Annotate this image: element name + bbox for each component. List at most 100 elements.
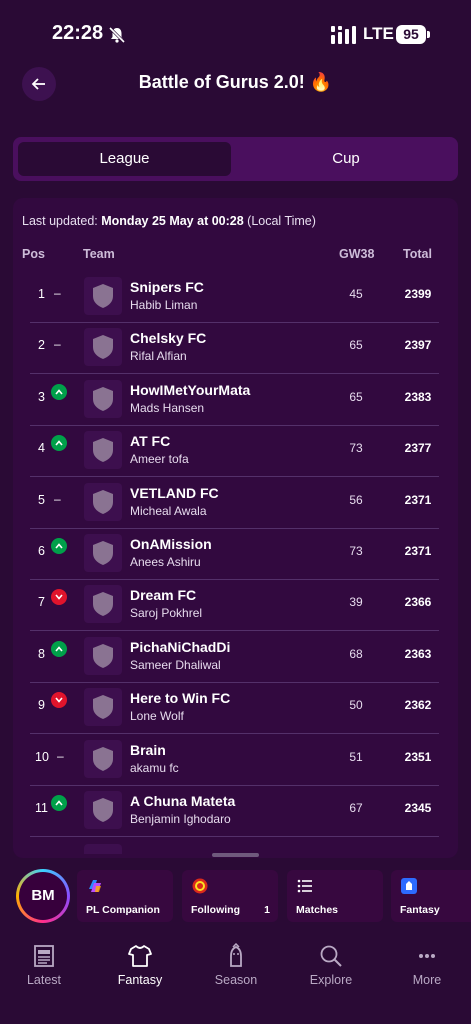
table-row[interactable]: 9 Here to Win FC Lone Wolf 50 2362 [30, 682, 439, 735]
table-row[interactable]: 1– Snipers FC Habib Liman 45 2399 [30, 271, 439, 323]
battery-indicator: 95 [396, 25, 426, 44]
manager-name: Habib Liman [130, 298, 198, 312]
table-row[interactable]: 11 A Chuna Mateta Benjamin Ighodaro 67 2345 [30, 785, 439, 837]
shortcut-label: Matches [296, 904, 339, 916]
nav-fantasy[interactable]: Fantasy [100, 943, 180, 987]
table-row[interactable]: 6 OnAMission Anees Ashiru 73 2371 [30, 528, 439, 580]
rank-same-icon: – [54, 337, 61, 352]
total-points: 2383 [404, 389, 432, 404]
table-row[interactable]: 7 Dream FC Saroj Pokhrel 39 2366 [30, 579, 439, 632]
manager-name: Mads Hansen [130, 400, 205, 415]
gameweek-points: 73 [349, 544, 363, 558]
team-crest-icon [93, 386, 113, 411]
team-crest [84, 739, 122, 778]
table-row[interactable]: 10– Brain akamu fc 51 2351 [30, 734, 439, 786]
team-crest-icon [93, 489, 113, 514]
column-team: Team [83, 247, 115, 261]
team-crest [84, 431, 122, 470]
team-crest [84, 379, 122, 418]
team-crest-icon [93, 284, 113, 308]
team-crest-icon [93, 695, 113, 720]
team-crest [84, 482, 122, 521]
team-name[interactable]: OnAMission [130, 536, 212, 552]
shortcut-following[interactable]: Following 1 [182, 870, 278, 922]
table-row[interactable]: 8 PichaNiChadDi Sameer Dhaliwal 68 2363 [30, 631, 439, 683]
team-name[interactable]: A Chuna Mateta [130, 793, 235, 809]
last-updated: Last updated: Monday 25 May at 00:28 (Lo… [22, 214, 316, 228]
table-row[interactable]: 4 AT FC Ameer tofa 73 2377 [30, 425, 439, 478]
list-icon [297, 879, 312, 893]
last-updated-date: Monday 25 May at 00:28 [101, 214, 244, 228]
bell-muted-icon [108, 26, 126, 44]
manager-name: Rifal Alfian [130, 349, 187, 364]
gameweek-points: 56 [349, 492, 363, 507]
avatar[interactable]: BM [19, 872, 67, 920]
team-crest-icon [93, 541, 113, 565]
team-name[interactable]: VETLAND FC [130, 485, 219, 501]
total-points: 2351 [404, 749, 432, 764]
manager-name: Benjamin Ighodaro [130, 812, 231, 826]
team-crest [84, 277, 122, 315]
shortcut-label: Fantasy [400, 904, 440, 916]
table-row[interactable]: 5– VETLAND FC Micheal Awala 56 2371 [30, 477, 439, 529]
shortcut-matches[interactable]: Matches [287, 870, 383, 922]
team-crest [84, 791, 122, 829]
total-points: 2371 [404, 544, 432, 558]
gameweek-points: 73 [349, 441, 363, 456]
shirt-icon [128, 945, 152, 967]
manager-name: akamu fc [130, 760, 179, 775]
team-crest-icon [93, 592, 113, 617]
team-name[interactable]: Chelsky FC [130, 330, 206, 346]
nav-latest[interactable]: Latest [4, 943, 84, 987]
team-name[interactable]: HowIMetYourMata [130, 382, 250, 398]
team-name[interactable]: Brain [130, 742, 166, 758]
table-row[interactable]: 2– Chelsky FC Rifal Alfian 65 2397 [30, 322, 439, 375]
total-points: 2371 [404, 492, 432, 507]
team-crest [84, 328, 122, 367]
rank-down-icon [51, 589, 67, 606]
manager-name: Micheal Awala [130, 503, 207, 518]
nav-label: Fantasy [117, 973, 163, 987]
gameweek-points: 65 [349, 338, 363, 353]
rank-down-icon [51, 692, 67, 709]
manager-name: Saroj Pokhrel [130, 606, 203, 621]
table-row[interactable]: 3 HowIMetYourMata Mads Hansen 65 2383 [30, 374, 439, 426]
shortcut-fantasy[interactable]: Fantasy [391, 870, 471, 922]
gameweek-points: 68 [349, 646, 363, 661]
team-name[interactable]: Snipers FC [130, 279, 204, 295]
row-position: 2 [38, 338, 45, 353]
tab-cup[interactable]: Cup [236, 142, 456, 176]
team-name[interactable]: PichaNiChadDi [130, 639, 230, 655]
row-position: 3 [38, 389, 45, 404]
nav-explore[interactable]: Explore [291, 943, 371, 987]
row-position: 7 [38, 595, 45, 610]
signal-icon [331, 26, 356, 44]
nav-season[interactable]: Season [196, 943, 276, 987]
total-points: 2397 [404, 338, 432, 353]
nav-more[interactable]: More [387, 943, 467, 987]
battery-tip [427, 31, 430, 38]
nav-label: Season [214, 973, 258, 987]
row-position: 9 [38, 698, 45, 713]
nav-label: Latest [26, 973, 62, 987]
rank-up-icon [51, 640, 67, 657]
manager-name: Sameer Dhaliwal [130, 657, 221, 672]
drawer-handle[interactable] [212, 853, 259, 857]
last-updated-suffix: (Local Time) [247, 214, 316, 228]
rank-up-icon [51, 383, 67, 400]
row-position: 10 [35, 749, 49, 764]
team-name[interactable]: Here to Win FC [130, 690, 230, 706]
shortcut-pl-companion[interactable]: PL Companion [77, 870, 173, 922]
tab-league[interactable]: League [18, 142, 231, 176]
total-points: 2363 [404, 646, 432, 661]
pl-lion-icon [230, 943, 242, 967]
copilot-icon [89, 880, 101, 892]
column-total: Total [403, 247, 432, 261]
team-crest-icon [93, 438, 113, 463]
total-points: 2399 [404, 287, 432, 301]
gameweek-points: 45 [349, 287, 363, 301]
team-crest-icon [93, 335, 113, 360]
team-name[interactable]: AT FC [130, 433, 170, 449]
team-name[interactable]: Dream FC [130, 587, 196, 603]
team-crest [84, 688, 122, 727]
